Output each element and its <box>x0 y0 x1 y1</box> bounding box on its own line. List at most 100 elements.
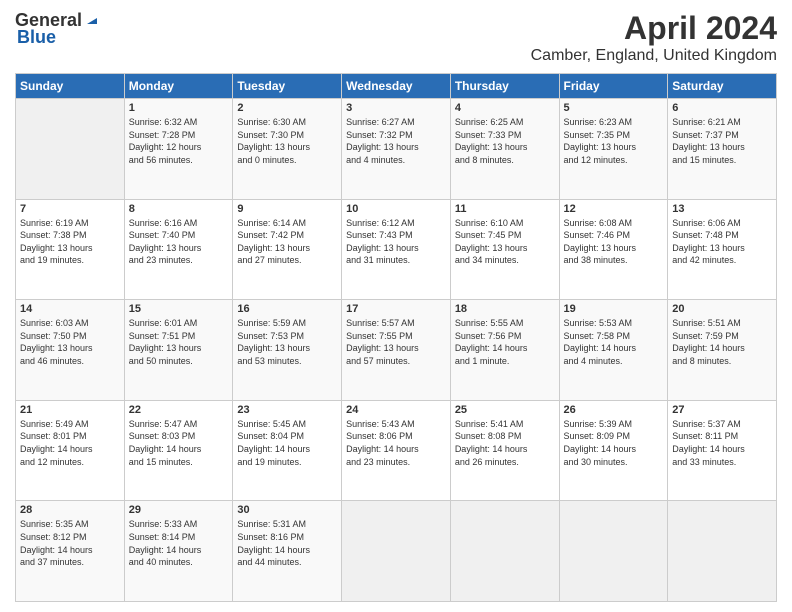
day-info: Sunrise: 6:16 AM Sunset: 7:40 PM Dayligh… <box>129 217 229 267</box>
calendar-cell: 24 Sunrise: 5:43 AM Sunset: 8:06 PM Dayli… <box>342 400 451 501</box>
day-info: Sunrise: 6:06 AM Sunset: 7:48 PM Dayligh… <box>672 217 772 267</box>
day-number: 14 <box>20 303 120 315</box>
day-info: Sunrise: 5:41 AM Sunset: 8:08 PM Dayligh… <box>455 418 555 468</box>
calendar-body: 1 Sunrise: 6:32 AM Sunset: 7:28 PM Daylig… <box>16 99 777 602</box>
calendar-cell: 23Sunrise: 5:45 AM Sunset: 8:04 PM Dayli… <box>233 400 342 501</box>
calendar-cell: 3 Sunrise: 6:27 AM Sunset: 7:32 PM Daylig… <box>342 99 451 200</box>
day-number: 2 <box>237 102 337 114</box>
header-day-wednesday: Wednesday <box>342 74 451 99</box>
calendar-cell: 19 Sunrise: 5:53 AM Sunset: 7:58 PM Dayli… <box>559 300 668 401</box>
day-info: Sunrise: 6:21 AM Sunset: 7:37 PM Dayligh… <box>672 116 772 166</box>
week-row-4: 21Sunrise: 5:49 AM Sunset: 8:01 PM Dayli… <box>16 400 777 501</box>
day-number: 18 <box>455 303 555 315</box>
day-number: 7 <box>20 203 120 215</box>
calendar-cell: 22 Sunrise: 5:47 AM Sunset: 8:03 PM Dayli… <box>124 400 233 501</box>
day-number: 25 <box>455 404 555 416</box>
calendar-cell: 9 Sunrise: 6:14 AM Sunset: 7:42 PM Daylig… <box>233 199 342 300</box>
day-number: 19 <box>564 303 664 315</box>
header-day-sunday: Sunday <box>16 74 125 99</box>
calendar-cell: 10 Sunrise: 6:12 AM Sunset: 7:43 PM Dayli… <box>342 199 451 300</box>
day-info: Sunrise: 6:12 AM Sunset: 7:43 PM Dayligh… <box>346 217 446 267</box>
page: General Blue April 2024 Camber, England,… <box>0 0 792 612</box>
calendar-cell: 1 Sunrise: 6:32 AM Sunset: 7:28 PM Daylig… <box>124 99 233 200</box>
calendar-table: SundayMondayTuesdayWednesdayThursdayFrid… <box>15 73 777 602</box>
calendar-cell: 2Sunrise: 6:30 AM Sunset: 7:30 PM Daylig… <box>233 99 342 200</box>
calendar-cell: 13Sunrise: 6:06 AM Sunset: 7:48 PM Dayli… <box>668 199 777 300</box>
day-number: 11 <box>455 203 555 215</box>
day-number: 26 <box>564 404 664 416</box>
week-row-1: 1 Sunrise: 6:32 AM Sunset: 7:28 PM Daylig… <box>16 99 777 200</box>
calendar-cell: 20Sunrise: 5:51 AM Sunset: 7:59 PM Dayli… <box>668 300 777 401</box>
day-number: 24 <box>346 404 446 416</box>
calendar-cell: 25 Sunrise: 5:41 AM Sunset: 8:08 PM Dayli… <box>450 400 559 501</box>
day-number: 9 <box>237 203 337 215</box>
day-number: 5 <box>564 102 664 114</box>
calendar-cell <box>342 501 451 602</box>
calendar-cell: 7 Sunrise: 6:19 AM Sunset: 7:38 PM Daylig… <box>16 199 125 300</box>
day-info: Sunrise: 5:49 AM Sunset: 8:01 PM Dayligh… <box>20 418 120 468</box>
calendar-cell: 14 Sunrise: 6:03 AM Sunset: 7:50 PM Dayli… <box>16 300 125 401</box>
day-info: Sunrise: 5:53 AM Sunset: 7:58 PM Dayligh… <box>564 317 664 367</box>
day-info: Sunrise: 6:01 AM Sunset: 7:51 PM Dayligh… <box>129 317 229 367</box>
day-info: Sunrise: 6:32 AM Sunset: 7:28 PM Dayligh… <box>129 116 229 166</box>
calendar-cell: 29 Sunrise: 5:33 AM Sunset: 8:14 PM Dayli… <box>124 501 233 602</box>
logo-icon <box>83 10 99 26</box>
day-info: Sunrise: 6:08 AM Sunset: 7:46 PM Dayligh… <box>564 217 664 267</box>
header-day-tuesday: Tuesday <box>233 74 342 99</box>
logo-blue-text: Blue <box>17 27 56 48</box>
calendar-cell: 21Sunrise: 5:49 AM Sunset: 8:01 PM Dayli… <box>16 400 125 501</box>
day-number: 15 <box>129 303 229 315</box>
day-info: Sunrise: 6:25 AM Sunset: 7:33 PM Dayligh… <box>455 116 555 166</box>
calendar-cell: 28Sunrise: 5:35 AM Sunset: 8:12 PM Dayli… <box>16 501 125 602</box>
calendar-cell: 26 Sunrise: 5:39 AM Sunset: 8:09 PM Dayli… <box>559 400 668 501</box>
calendar-header: SundayMondayTuesdayWednesdayThursdayFrid… <box>16 74 777 99</box>
calendar-cell: 18Sunrise: 5:55 AM Sunset: 7:56 PM Dayli… <box>450 300 559 401</box>
calendar-cell: 15 Sunrise: 6:01 AM Sunset: 7:51 PM Dayli… <box>124 300 233 401</box>
calendar-cell <box>16 99 125 200</box>
header-day-saturday: Saturday <box>668 74 777 99</box>
day-number: 6 <box>672 102 772 114</box>
day-info: Sunrise: 5:33 AM Sunset: 8:14 PM Dayligh… <box>129 518 229 568</box>
day-number: 27 <box>672 404 772 416</box>
day-number: 28 <box>20 504 120 516</box>
day-number: 12 <box>564 203 664 215</box>
day-info: Sunrise: 6:27 AM Sunset: 7:32 PM Dayligh… <box>346 116 446 166</box>
day-info: Sunrise: 5:39 AM Sunset: 8:09 PM Dayligh… <box>564 418 664 468</box>
day-number: 1 <box>129 102 229 114</box>
day-info: Sunrise: 5:37 AM Sunset: 8:11 PM Dayligh… <box>672 418 772 468</box>
calendar-cell: 16 Sunrise: 5:59 AM Sunset: 7:53 PM Dayli… <box>233 300 342 401</box>
header-day-monday: Monday <box>124 74 233 99</box>
day-info: Sunrise: 5:45 AM Sunset: 8:04 PM Dayligh… <box>237 418 337 468</box>
day-number: 22 <box>129 404 229 416</box>
day-info: Sunrise: 6:10 AM Sunset: 7:45 PM Dayligh… <box>455 217 555 267</box>
calendar-cell <box>668 501 777 602</box>
calendar-cell: 4 Sunrise: 6:25 AM Sunset: 7:33 PM Daylig… <box>450 99 559 200</box>
calendar-cell: 5 Sunrise: 6:23 AM Sunset: 7:35 PM Daylig… <box>559 99 668 200</box>
day-number: 10 <box>346 203 446 215</box>
day-number: 4 <box>455 102 555 114</box>
day-info: Sunrise: 5:47 AM Sunset: 8:03 PM Dayligh… <box>129 418 229 468</box>
day-number: 30 <box>237 504 337 516</box>
header: General Blue April 2024 Camber, England,… <box>15 10 777 65</box>
day-number: 3 <box>346 102 446 114</box>
title-block: April 2024 Camber, England, United Kingd… <box>531 10 777 65</box>
logo: General Blue <box>15 10 99 48</box>
day-info: Sunrise: 5:43 AM Sunset: 8:06 PM Dayligh… <box>346 418 446 468</box>
calendar-cell <box>450 501 559 602</box>
day-number: 17 <box>346 303 446 315</box>
day-number: 16 <box>237 303 337 315</box>
subtitle: Camber, England, United Kingdom <box>531 47 777 65</box>
day-info: Sunrise: 6:14 AM Sunset: 7:42 PM Dayligh… <box>237 217 337 267</box>
calendar-cell: 17Sunrise: 5:57 AM Sunset: 7:55 PM Dayli… <box>342 300 451 401</box>
day-info: Sunrise: 6:03 AM Sunset: 7:50 PM Dayligh… <box>20 317 120 367</box>
week-row-5: 28Sunrise: 5:35 AM Sunset: 8:12 PM Dayli… <box>16 501 777 602</box>
week-row-2: 7 Sunrise: 6:19 AM Sunset: 7:38 PM Daylig… <box>16 199 777 300</box>
calendar-cell <box>559 501 668 602</box>
day-info: Sunrise: 5:59 AM Sunset: 7:53 PM Dayligh… <box>237 317 337 367</box>
day-number: 20 <box>672 303 772 315</box>
day-number: 8 <box>129 203 229 215</box>
main-title: April 2024 <box>531 10 777 47</box>
day-number: 29 <box>129 504 229 516</box>
day-info: Sunrise: 6:23 AM Sunset: 7:35 PM Dayligh… <box>564 116 664 166</box>
day-info: Sunrise: 6:19 AM Sunset: 7:38 PM Dayligh… <box>20 217 120 267</box>
